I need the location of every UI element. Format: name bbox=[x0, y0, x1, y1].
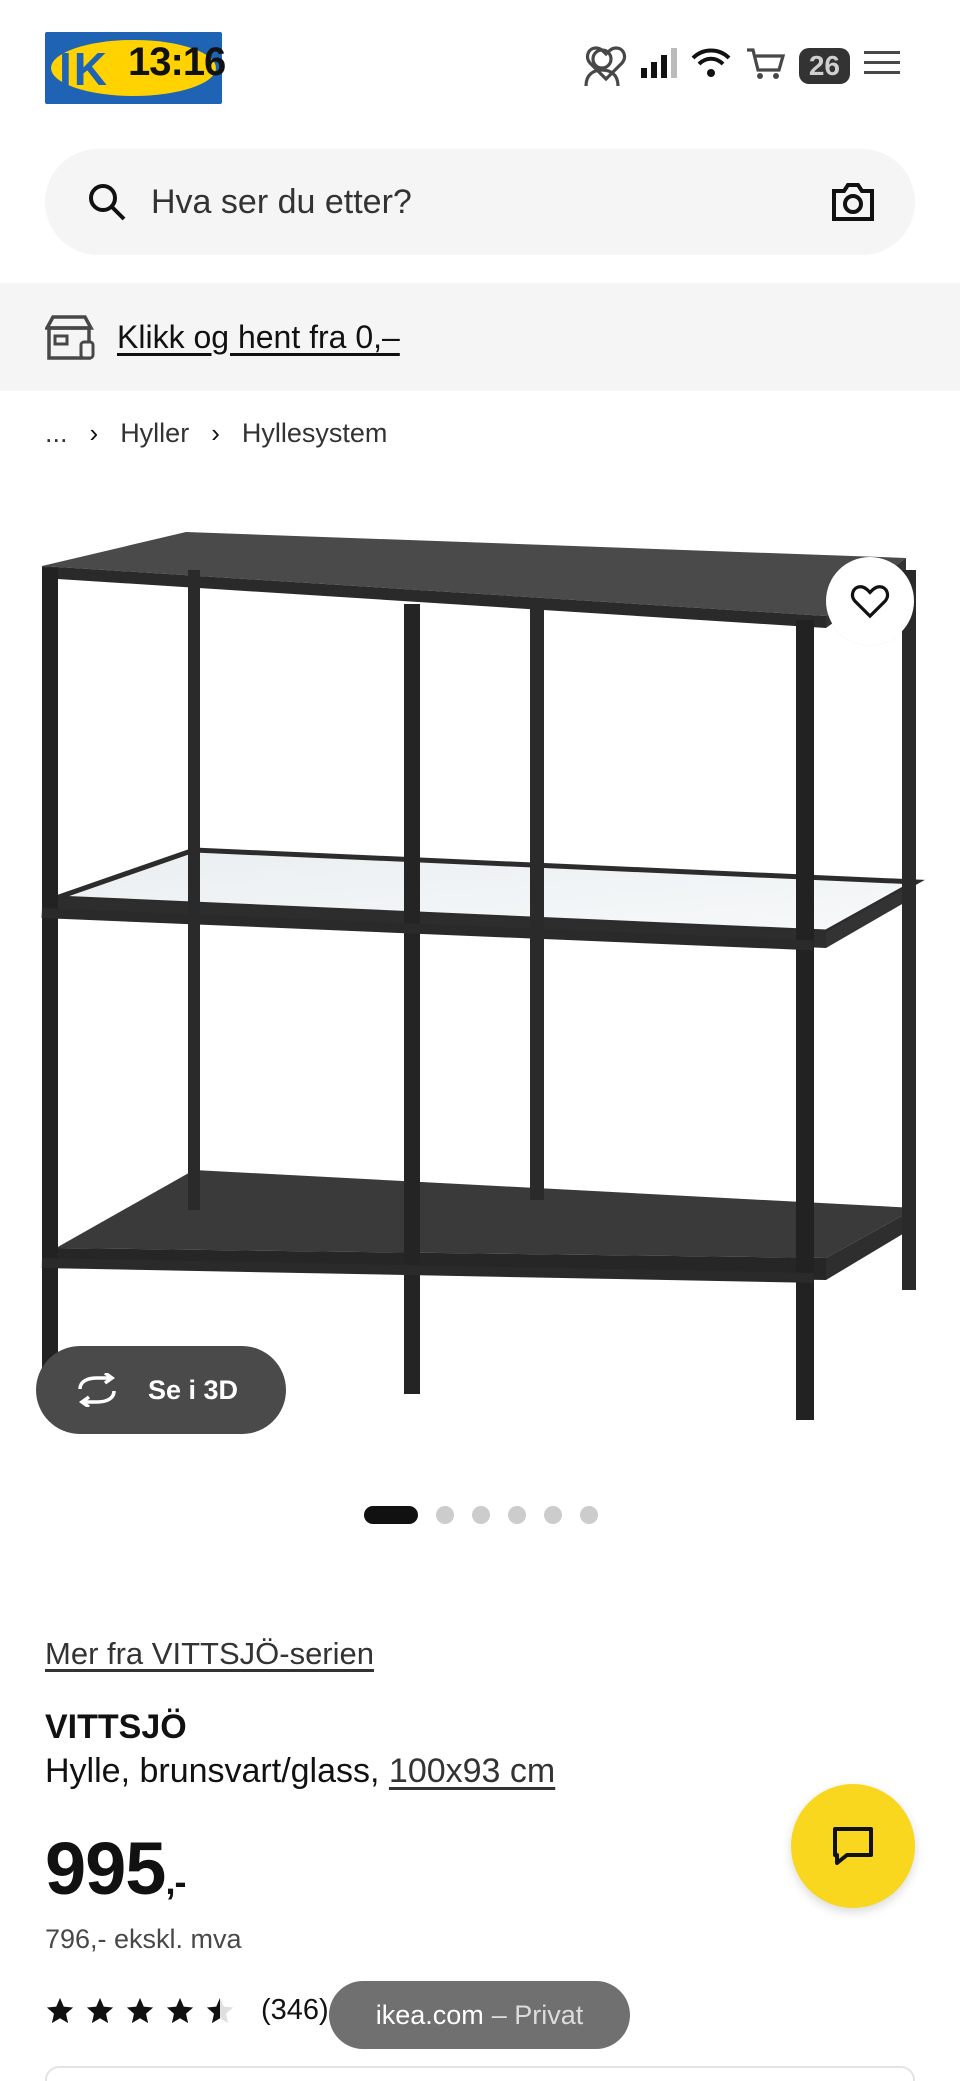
status-time: 13:16 bbox=[128, 40, 226, 84]
star-half-icon bbox=[206, 1997, 234, 2023]
menu-icon[interactable] bbox=[864, 49, 900, 82]
click-collect-banner[interactable]: Klikk og hent fra 0,– bbox=[0, 283, 960, 391]
carousel-dot[interactable] bbox=[436, 1506, 454, 1524]
browser-mode: – Privat bbox=[491, 1999, 584, 2030]
size-link[interactable]: 100x93 cm bbox=[389, 1752, 555, 1790]
star-full-icon bbox=[126, 1997, 154, 2023]
rotate-3d-icon bbox=[78, 1373, 116, 1407]
store-icon bbox=[45, 315, 95, 360]
wifi-icon bbox=[691, 48, 731, 83]
carousel-dot-active[interactable] bbox=[364, 1506, 418, 1524]
breadcrumb-item-hyller[interactable]: Hyller bbox=[120, 418, 189, 449]
star-full-icon bbox=[46, 1997, 74, 2023]
heart-icon bbox=[850, 585, 890, 619]
heart-icon[interactable] bbox=[585, 44, 627, 87]
carousel-dot[interactable] bbox=[508, 1506, 526, 1524]
price-suffix: ,- bbox=[165, 1861, 186, 1902]
rating-count: (346) bbox=[261, 1994, 329, 2026]
carousel-dot[interactable] bbox=[472, 1506, 490, 1524]
next-section-edge bbox=[45, 2066, 915, 2081]
view-in-3d-button[interactable]: Se i 3D bbox=[36, 1346, 286, 1434]
chat-button[interactable] bbox=[791, 1784, 915, 1908]
signal-icon bbox=[640, 48, 677, 83]
breadcrumb-ellipsis[interactable]: ... bbox=[45, 418, 68, 449]
search-bar[interactable] bbox=[45, 149, 915, 255]
chevron-right-icon: › bbox=[211, 418, 220, 448]
product-description: Hylle, brunsvart/glass, 100x93 cm bbox=[45, 1752, 555, 1791]
browser-address-pill[interactable]: ikea.com – Privat bbox=[329, 1981, 630, 2049]
chevron-right-icon: › bbox=[89, 418, 99, 448]
product-price: 995,- bbox=[45, 1826, 186, 1911]
series-link[interactable]: Mer fra VITTSJÖ-serien bbox=[45, 1636, 374, 1672]
logo-text: IK bbox=[59, 43, 109, 95]
breadcrumb-item-hyllesystem[interactable]: Hyllesystem bbox=[242, 418, 388, 449]
cart-icon[interactable] bbox=[745, 46, 785, 85]
status-icons: 26 bbox=[585, 44, 900, 87]
product-name: VITTSJÖ bbox=[45, 1708, 187, 1746]
carousel-dots bbox=[364, 1506, 598, 1524]
view-in-3d-label: Se i 3D bbox=[148, 1374, 239, 1405]
breadcrumb: ... › Hyller › Hyllesystem bbox=[45, 418, 387, 449]
price-ex-vat: 796,- ekskl. mva bbox=[45, 1924, 242, 1954]
carousel-dot[interactable] bbox=[580, 1506, 598, 1524]
camera-icon[interactable] bbox=[831, 181, 875, 223]
search-icon bbox=[89, 184, 126, 221]
favorite-button[interactable] bbox=[826, 557, 914, 645]
battery-indicator: 26 bbox=[798, 47, 850, 84]
search-input[interactable] bbox=[151, 182, 791, 222]
carousel-dot[interactable] bbox=[544, 1506, 562, 1524]
browser-domain: ikea.com bbox=[375, 1999, 484, 2030]
rating[interactable]: (346) bbox=[45, 1994, 329, 2027]
star-full-icon bbox=[86, 1997, 114, 2023]
price-main: 995 bbox=[45, 1827, 166, 1910]
product-image[interactable] bbox=[36, 520, 926, 1460]
chat-icon bbox=[833, 1827, 873, 1865]
product-description-text: Hylle, brunsvart/glass, bbox=[45, 1752, 389, 1790]
click-collect-link[interactable]: Klikk og hent fra 0,– bbox=[117, 319, 400, 356]
star-full-icon bbox=[166, 1997, 194, 2023]
